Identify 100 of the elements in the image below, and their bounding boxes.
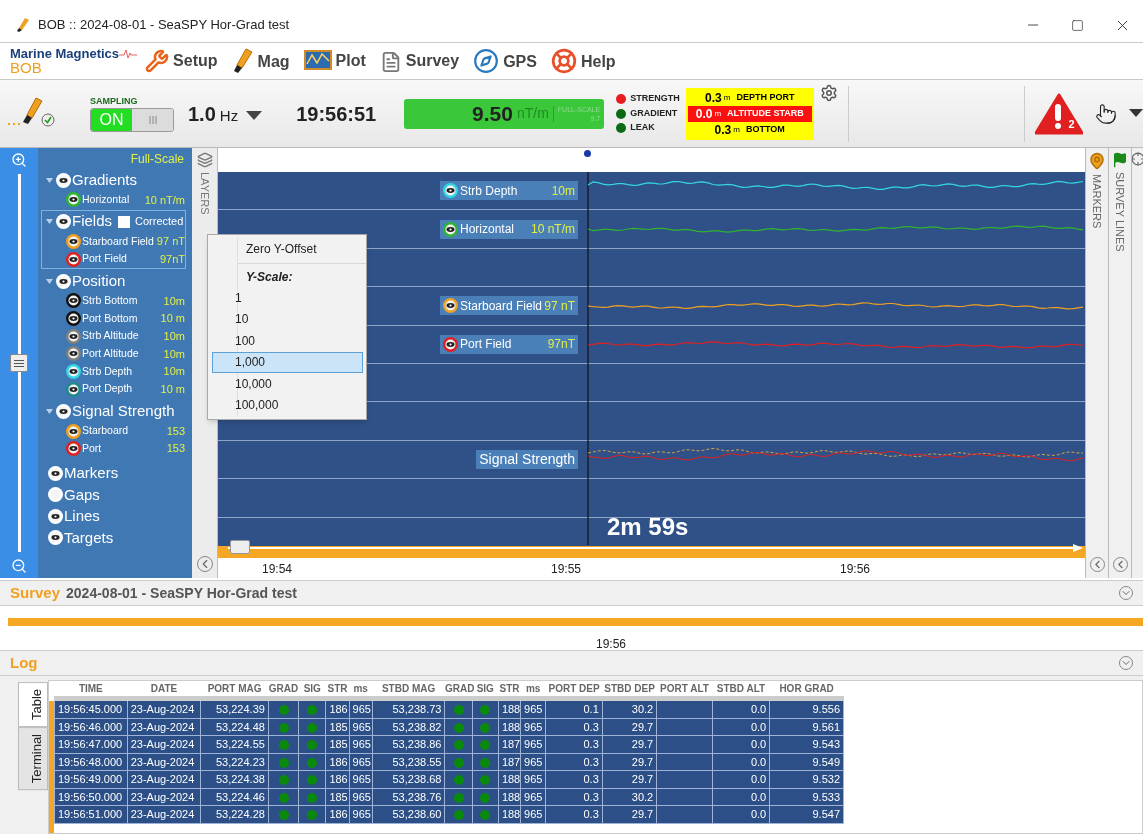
eye-icon[interactable] xyxy=(443,336,458,352)
eye-icon[interactable] xyxy=(66,423,81,439)
column-header[interactable]: PORT DEP xyxy=(548,683,600,694)
log-tab[interactable]: Table xyxy=(18,682,48,728)
column-header[interactable]: HOR GRAD xyxy=(779,683,834,694)
eye-icon[interactable] xyxy=(66,441,81,457)
side-tab-label: SURVEY LINES xyxy=(1113,172,1128,252)
layer-item-label[interactable]: Strb Altitude xyxy=(82,328,139,345)
layer-toggle-label[interactable]: Markers xyxy=(64,462,119,485)
indicator-label: GRADIENT xyxy=(630,106,678,120)
layer-item-label[interactable]: Strb Bottom xyxy=(82,293,138,309)
eye-icon[interactable] xyxy=(56,214,71,230)
column-header[interactable]: TIME xyxy=(78,683,103,694)
column-header[interactable]: PORT MAG xyxy=(207,683,262,694)
column-header[interactable]: GRAD xyxy=(268,683,299,694)
corrected-checkbox[interactable] xyxy=(118,215,130,228)
eye-icon[interactable] xyxy=(66,251,81,267)
column-header[interactable]: GRAD xyxy=(444,683,475,694)
layer-toggle-label[interactable]: Targets xyxy=(64,526,114,550)
zoom-slider[interactable] xyxy=(9,174,29,552)
layer-group-label[interactable]: Fields xyxy=(72,210,112,233)
column-header[interactable]: STR xyxy=(327,683,348,694)
column-header[interactable]: ms xyxy=(353,683,368,694)
warning-icon xyxy=(1034,92,1083,135)
scroll-handle[interactable] xyxy=(230,540,250,554)
menu-item[interactable]: GPS xyxy=(473,48,537,74)
layer-group-label[interactable]: Gradients xyxy=(72,168,138,192)
table-cell: 53,224.38 xyxy=(215,773,265,785)
crosshair-icon[interactable] xyxy=(1132,152,1143,166)
menu-item[interactable]: Plot xyxy=(303,49,366,73)
alert-button[interactable]: 2 xyxy=(1034,92,1083,135)
compass-icon xyxy=(473,48,500,74)
layer-item-label[interactable]: Port Bottom xyxy=(82,310,138,327)
table-cell: 965 xyxy=(352,738,371,750)
eye-icon[interactable] xyxy=(48,508,63,524)
channel-group-label[interactable]: Signal Strength xyxy=(476,449,578,469)
column-header[interactable]: STBD MAG xyxy=(381,683,436,694)
eye-icon[interactable] xyxy=(66,234,81,250)
eye-icon[interactable] xyxy=(443,221,458,237)
layer-toggle-label[interactable]: Gaps xyxy=(64,483,100,507)
zoom-in-icon[interactable] xyxy=(11,152,27,168)
column-header[interactable]: STBD DEP xyxy=(604,683,655,694)
column-header[interactable]: DATE xyxy=(150,683,178,694)
side-tab[interactable]: MARKERS xyxy=(1085,148,1108,578)
layer-item-label[interactable]: Port xyxy=(82,440,102,457)
column-header[interactable]: SIG xyxy=(303,683,321,694)
rate-dropdown[interactable]: 1.0 Hz xyxy=(188,98,263,129)
column-header[interactable]: PORT ALT xyxy=(660,683,709,694)
eye-icon[interactable] xyxy=(66,364,81,380)
column-header[interactable]: SIG xyxy=(476,683,494,694)
eye-icon[interactable] xyxy=(56,172,71,188)
layer-item-label[interactable]: Port Field xyxy=(82,251,127,268)
layer-group-selection[interactable]: Fields Corrected Starboard Field 97 nT Port Field 97nT xyxy=(41,209,186,270)
eye-icon[interactable] xyxy=(66,192,81,208)
eye-icon[interactable] xyxy=(56,273,71,289)
layer-group-label[interactable]: Signal Strength xyxy=(72,399,175,423)
settings-icon[interactable] xyxy=(819,84,838,102)
table-cell: 23-Aug-2024 xyxy=(130,703,195,715)
table-cell: 23-Aug-2024 xyxy=(130,720,195,733)
table-cell: 965 xyxy=(352,720,371,733)
eye-icon[interactable] xyxy=(66,381,81,397)
channel-label[interactable]: Horizontal 10 nT/m xyxy=(440,219,578,239)
menu-item[interactable]: Mag xyxy=(231,48,290,74)
log-tab[interactable]: Terminal xyxy=(18,727,48,791)
eye-icon[interactable] xyxy=(66,293,81,309)
eye-icon[interactable] xyxy=(66,311,81,327)
menu-item[interactable]: Setup xyxy=(145,49,218,73)
layer-item-label[interactable]: Port Depth xyxy=(82,381,133,398)
eye-icon[interactable] xyxy=(48,530,63,546)
layer-item-label[interactable]: Horizontal xyxy=(82,191,130,208)
zoom-out-icon[interactable] xyxy=(11,558,27,574)
layer-item-label[interactable]: Strb Depth xyxy=(82,363,133,380)
maximize-icon[interactable] xyxy=(1071,18,1084,32)
caret-icon[interactable] xyxy=(1128,109,1143,118)
hand-pointer-icon[interactable] xyxy=(1094,102,1117,125)
table-cell: 965 xyxy=(524,773,543,785)
eye-icon[interactable] xyxy=(66,328,81,344)
menu-item[interactable]: Survey xyxy=(379,49,460,73)
slider-handle[interactable] xyxy=(10,354,28,372)
channel-label[interactable]: Starboard Field 97 nT xyxy=(440,296,578,316)
cursor-handle[interactable] xyxy=(584,150,591,157)
column-header[interactable]: STR xyxy=(499,683,520,694)
menu-item[interactable]: Help xyxy=(550,48,616,74)
column-header[interactable]: STBD ALT xyxy=(716,683,766,694)
eye-icon[interactable] xyxy=(66,346,81,362)
menu-action[interactable]: Zero Y-Offset xyxy=(238,238,366,260)
layer-item-label[interactable]: Port Altitude xyxy=(82,346,139,362)
scale-option[interactable]: 1,000 xyxy=(212,351,363,373)
eye-icon[interactable] xyxy=(48,465,63,481)
layer-group-label[interactable]: Position xyxy=(72,269,126,293)
channel-label[interactable]: Strb Depth 10m xyxy=(440,181,578,201)
layer-item-label[interactable]: Starboard Field xyxy=(82,233,154,250)
side-tab[interactable]: SURVEY LINES xyxy=(1108,148,1131,578)
column-header[interactable]: ms xyxy=(525,683,541,694)
layer-toggle-label[interactable]: Lines xyxy=(64,505,100,528)
eye-icon[interactable] xyxy=(443,183,458,199)
layer-item-label[interactable]: Starboard xyxy=(82,423,129,439)
channel-label[interactable]: Port Field 97nT xyxy=(440,334,578,354)
eye-icon[interactable] xyxy=(443,298,458,314)
eye-icon[interactable] xyxy=(56,403,71,419)
